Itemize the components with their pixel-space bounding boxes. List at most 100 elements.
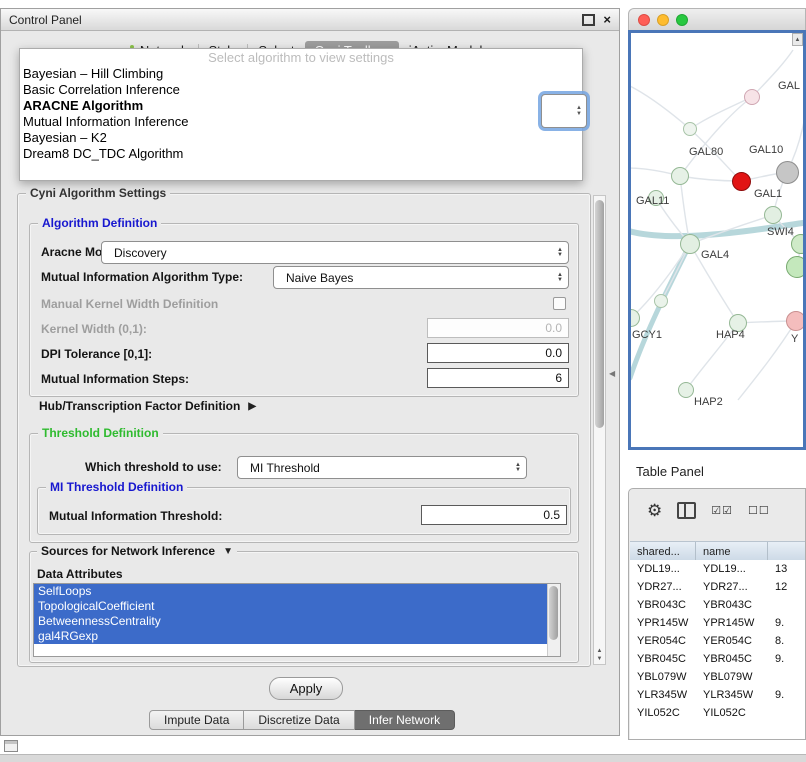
network-view-window: GALGAL80GAL10GAL11GAL1SWI4GAL4GCY1HAP4YH… bbox=[628, 8, 806, 450]
table-row[interactable]: YDL19...YDL19...13 bbox=[630, 560, 805, 578]
table-cell: YDR27... bbox=[696, 581, 768, 593]
network-canvas[interactable]: GALGAL80GAL10GAL11GAL1SWI4GAL4GCY1HAP4YH… bbox=[628, 30, 806, 450]
canvas-scroll-up-icon[interactable]: ▲ bbox=[792, 33, 803, 46]
algorithm-option[interactable]: Basic Correlation Inference bbox=[20, 82, 582, 98]
algorithm-option[interactable]: ARACNE Algorithm bbox=[20, 98, 582, 114]
apply-button-label: Apply bbox=[290, 681, 323, 696]
apply-button[interactable]: Apply bbox=[269, 677, 343, 700]
tab-infer-network[interactable]: Infer Network bbox=[355, 710, 455, 730]
combo-arrows-icon: ▲▼ bbox=[515, 463, 521, 473]
network-node[interactable] bbox=[732, 172, 751, 191]
table-cell: 9. bbox=[768, 653, 805, 665]
control-panel-titlebar: Control Panel × bbox=[1, 9, 619, 31]
mi-threshold-field[interactable]: 0.5 bbox=[421, 505, 567, 525]
kernel-width-field[interactable]: 0.0 bbox=[427, 318, 569, 338]
close-traffic-light-icon[interactable] bbox=[638, 14, 650, 26]
table-cell: YER054C bbox=[696, 635, 768, 647]
attribute-item[interactable]: TopologicalCoefficient bbox=[34, 599, 547, 614]
hub-definition-disclosure[interactable]: Hub/Transcription Factor Definition ▶ bbox=[39, 399, 256, 413]
node-label: GAL80 bbox=[689, 146, 723, 158]
table-row[interactable]: YPR145WYPR145W9. bbox=[630, 614, 805, 632]
tab-discretize-data[interactable]: Discretize Data bbox=[244, 710, 354, 730]
network-node[interactable] bbox=[776, 161, 799, 184]
table-cell: YDR27... bbox=[630, 581, 696, 593]
network-window-titlebar[interactable] bbox=[628, 8, 806, 30]
network-node[interactable] bbox=[654, 294, 668, 308]
scroll-up-icon[interactable]: ▲ bbox=[597, 648, 603, 654]
table-panel-title: Table Panel bbox=[636, 464, 704, 479]
algorithm-option[interactable]: Mutual Information Inference bbox=[20, 114, 582, 130]
float-icon[interactable] bbox=[582, 14, 595, 26]
table-cell: 12 bbox=[768, 581, 805, 593]
network-node[interactable] bbox=[683, 122, 697, 136]
spinner-arrows-icon[interactable]: ▲▼ bbox=[576, 105, 582, 117]
aracne-mode-combobox[interactable]: Discovery ▲▼ bbox=[101, 241, 569, 264]
mi-steps-label: Mutual Information Steps: bbox=[41, 372, 189, 386]
table-cell: YLR345W bbox=[630, 689, 696, 701]
mi-steps-field[interactable]: 6 bbox=[427, 368, 569, 388]
network-node[interactable] bbox=[786, 311, 806, 331]
checked-columns-icon[interactable]: ☑☑ bbox=[711, 504, 733, 517]
columns-icon[interactable] bbox=[677, 502, 696, 519]
scrollbar-arrows[interactable]: ▲▼ bbox=[594, 648, 605, 662]
table-cell: YBL079W bbox=[630, 671, 696, 683]
attribute-item[interactable]: SelfLoops bbox=[34, 584, 547, 599]
settings-scrollbar[interactable]: ▲▼ bbox=[593, 195, 606, 665]
algorithm-option[interactable]: Dream8 DC_TDC Algorithm bbox=[20, 146, 582, 162]
network-node[interactable] bbox=[764, 206, 782, 224]
table-row[interactable]: YBR043CYBR043C bbox=[630, 596, 805, 614]
manual-kernel-checkbox[interactable] bbox=[553, 297, 566, 310]
which-threshold-combobox[interactable]: MI Threshold ▲▼ bbox=[237, 456, 527, 479]
dpi-tolerance-field[interactable]: 0.0 bbox=[427, 343, 569, 363]
panel-collapse-icon[interactable]: ◀ bbox=[609, 369, 615, 378]
kernel-width-label: Kernel Width (0,1): bbox=[41, 322, 147, 336]
focused-spinner-field[interactable]: ▲▼ bbox=[541, 94, 587, 128]
network-node[interactable] bbox=[671, 167, 689, 185]
network-node[interactable] bbox=[744, 89, 760, 105]
node-label: GAL10 bbox=[749, 144, 783, 156]
unchecked-columns-icon[interactable]: ☐☐ bbox=[748, 504, 770, 517]
mi-threshold-label: Mutual Information Threshold: bbox=[49, 509, 222, 523]
algorithm-definition-title: Algorithm Definition bbox=[38, 216, 161, 230]
mi-algorithm-type-value: Naive Bayes bbox=[286, 271, 353, 285]
table-cell: YBR043C bbox=[696, 599, 768, 611]
column-header-name[interactable]: name bbox=[696, 542, 768, 561]
table-row[interactable]: YLR345WYLR345W9. bbox=[630, 686, 805, 704]
docked-panel-icon[interactable] bbox=[4, 740, 18, 752]
sources-disclosure[interactable]: Sources for Network Inference ▼ bbox=[37, 544, 237, 558]
node-label: Y bbox=[791, 333, 798, 345]
minimize-traffic-light-icon[interactable] bbox=[657, 14, 669, 26]
algorithm-dropdown-popup: Select algorithm to view settings Bayesi… bbox=[19, 48, 583, 181]
gear-icon[interactable]: ⚙ bbox=[647, 502, 662, 519]
mi-algorithm-type-combobox[interactable]: Naive Bayes ▲▼ bbox=[273, 266, 569, 289]
which-threshold-value: MI Threshold bbox=[250, 461, 320, 475]
scroll-down-icon[interactable]: ▼ bbox=[597, 656, 603, 662]
data-attributes-listbox: SelfLoopsTopologicalCoefficientBetweenne… bbox=[33, 583, 561, 657]
close-icon[interactable]: × bbox=[603, 13, 611, 26]
table-row[interactable]: YIL052CYIL052C bbox=[630, 704, 805, 722]
algorithm-option[interactable]: Bayesian – Hill Climbing bbox=[20, 66, 582, 82]
attributes-scrollbar-thumb[interactable] bbox=[549, 586, 558, 640]
column-header-extra[interactable] bbox=[768, 542, 805, 561]
attributes-scrollbar[interactable] bbox=[547, 584, 560, 656]
settings-scrollbar-thumb[interactable] bbox=[595, 200, 604, 428]
table-row[interactable]: YBL079WYBL079W bbox=[630, 668, 805, 686]
node-label: HAP2 bbox=[694, 396, 723, 408]
data-attributes-label: Data Attributes bbox=[37, 567, 123, 581]
table-row[interactable]: YDR27...YDR27...12 bbox=[630, 578, 805, 596]
table-row[interactable]: YBR045CYBR045C9. bbox=[630, 650, 805, 668]
algorithm-option[interactable]: Bayesian – K2 bbox=[20, 130, 582, 146]
network-node[interactable] bbox=[680, 234, 700, 254]
attribute-item[interactable]: gal4RGexp bbox=[34, 629, 547, 644]
network-node[interactable] bbox=[786, 256, 806, 278]
tab-impute-data[interactable]: Impute Data bbox=[149, 710, 244, 730]
network-node[interactable] bbox=[678, 382, 694, 398]
attribute-item[interactable]: BetweennessCentrality bbox=[34, 614, 547, 629]
table-cell: 9. bbox=[768, 689, 805, 701]
table-row[interactable]: YER054CYER054C8. bbox=[630, 632, 805, 650]
mi-algorithm-type-label: Mutual Information Algorithm Type: bbox=[41, 270, 243, 284]
mi-steps-value: 6 bbox=[555, 371, 562, 385]
zoom-traffic-light-icon[interactable] bbox=[676, 14, 688, 26]
dpi-tolerance-label: DPI Tolerance [0,1]: bbox=[41, 347, 152, 361]
column-header-shared-name[interactable]: shared... bbox=[630, 542, 696, 561]
